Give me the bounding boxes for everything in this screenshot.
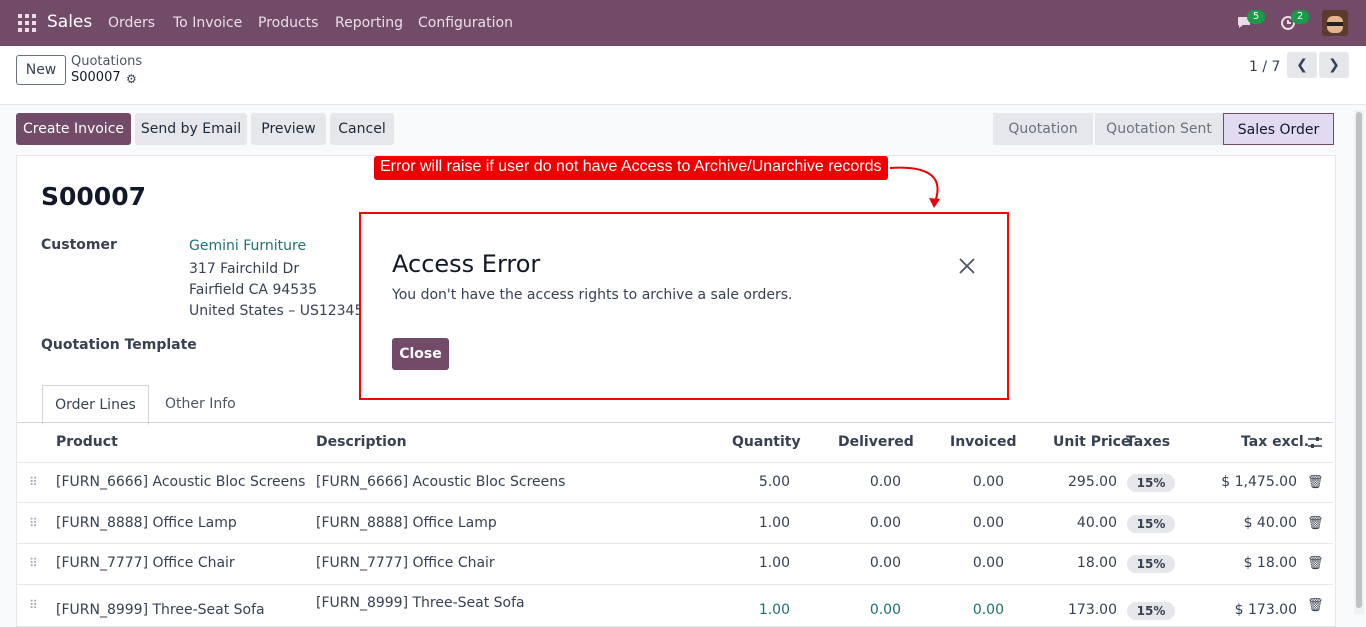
chevron-right-icon: ❯ — [1328, 57, 1340, 73]
close-icon[interactable] — [957, 256, 977, 276]
chevron-left-icon: ❮ — [1296, 57, 1308, 73]
row-invoiced: 0.00 — [972, 602, 1004, 618]
dialog-close-button[interactable]: Close — [392, 338, 449, 370]
drag-handle-icon[interactable]: ⠿ — [29, 598, 38, 612]
row-subtotal: $ 40.00 — [1243, 515, 1297, 531]
status-quotation-sent[interactable]: Quotation Sent — [1095, 113, 1223, 145]
row-product[interactable]: [FURN_8888] Office Lamp — [56, 515, 237, 531]
row-invoiced: 0.00 — [972, 515, 1004, 531]
cancel-button[interactable]: Cancel — [330, 113, 394, 145]
row-subtotal: $ 1,475.00 — [1221, 474, 1297, 490]
col-unit-price[interactable]: Unit Price — [1053, 434, 1130, 450]
col-delivered[interactable]: Delivered — [838, 434, 914, 450]
row-delivered[interactable]: 0.00 — [841, 515, 901, 531]
pager-value[interactable]: 1 / 7 — [1249, 59, 1280, 75]
customer-label: Customer — [41, 237, 117, 253]
breadcrumb-current: S00007 — [71, 70, 121, 85]
page-scrollbar[interactable] — [1354, 110, 1364, 614]
col-tax-excl[interactable]: Tax excl. — [1241, 434, 1309, 450]
row-unit-price[interactable]: 18.00 — [1057, 555, 1117, 571]
app-grid-icon[interactable] — [18, 14, 36, 32]
row-invoiced: 0.00 — [972, 555, 1004, 571]
send-by-email-button[interactable]: Send by Email — [135, 113, 247, 145]
order-number: S00007 — [41, 182, 146, 211]
drag-handle-icon[interactable]: ⠿ — [29, 556, 38, 570]
create-invoice-button[interactable]: Create Invoice — [16, 113, 131, 145]
trash-icon[interactable]: 🗑 — [1307, 516, 1324, 531]
top-navbar: Sales Orders To Invoice Products Reporti… — [0, 0, 1366, 46]
row-product[interactable]: [FURN_6666] Acoustic Bloc Screens — [56, 474, 305, 490]
row-quantity[interactable]: 1.00 — [730, 515, 790, 531]
row-unit-price[interactable]: 173.00 — [1057, 602, 1117, 618]
activities-badge: 2 — [1291, 10, 1309, 24]
user-avatar[interactable] — [1322, 10, 1348, 36]
row-delivered[interactable]: 0.00 — [841, 602, 901, 618]
new-button[interactable]: New — [16, 55, 66, 85]
drag-handle-icon[interactable]: ⠿ — [29, 475, 38, 489]
col-description[interactable]: Description — [316, 434, 407, 450]
messages-button[interactable]: 5 — [1236, 10, 1265, 32]
tab-other-info[interactable]: Other Info — [165, 385, 236, 423]
trash-icon[interactable]: 🗑 — [1307, 556, 1324, 571]
row-description[interactable]: [FURN_8888] Office Lamp — [316, 515, 497, 531]
menu-orders[interactable]: Orders — [108, 15, 155, 31]
row-delivered[interactable]: 0.00 — [841, 555, 901, 571]
activities-button[interactable]: 2 — [1280, 10, 1309, 32]
col-invoiced[interactable]: Invoiced — [950, 434, 1017, 450]
quotation-template-label: Quotation Template — [41, 337, 197, 353]
preview-button[interactable]: Preview — [251, 113, 326, 145]
dialog-title: Access Error — [392, 250, 541, 278]
row-quantity[interactable]: 1.00 — [730, 602, 790, 618]
tab-order-lines[interactable]: Order Lines — [42, 385, 149, 425]
access-error-dialog: Access Error You don't have the access r… — [359, 212, 1009, 400]
trash-icon[interactable]: 🗑 — [1307, 475, 1324, 490]
row-tax-badge[interactable]: 15% — [1127, 474, 1175, 492]
row-product[interactable]: [FURN_8999] Three-Seat Sofa — [56, 602, 265, 618]
pager-next-button[interactable]: ❯ — [1319, 52, 1349, 78]
optional-columns-icon[interactable] — [1307, 435, 1323, 451]
row-subtotal: $ 173.00 — [1234, 602, 1297, 618]
menu-products[interactable]: Products — [258, 15, 318, 31]
app-brand[interactable]: Sales — [47, 12, 92, 32]
gear-icon[interactable]: ⚙ — [126, 72, 137, 86]
col-product[interactable]: Product — [56, 434, 118, 450]
row-delivered[interactable]: 0.00 — [841, 474, 901, 490]
dialog-message: You don't have the access rights to arch… — [392, 287, 793, 303]
drag-handle-icon[interactable]: ⠿ — [29, 516, 38, 530]
customer-address-line2: Fairfield CA 94535 — [189, 282, 317, 298]
row-unit-price[interactable]: 295.00 — [1057, 474, 1117, 490]
row-description[interactable]: [FURN_8999] Three-Seat Sofa — [316, 595, 525, 611]
row-description[interactable]: [FURN_6666] Acoustic Bloc Screens — [316, 474, 565, 490]
menu-configuration[interactable]: Configuration — [418, 15, 513, 31]
row-unit-price[interactable]: 40.00 — [1057, 515, 1117, 531]
row-quantity[interactable]: 1.00 — [730, 555, 790, 571]
menu-reporting[interactable]: Reporting — [335, 15, 403, 31]
status-quotation[interactable]: Quotation — [993, 113, 1093, 145]
trash-icon[interactable]: 🗑 — [1307, 598, 1324, 613]
customer-link[interactable]: Gemini Furniture — [189, 238, 306, 254]
breadcrumb-quotations[interactable]: Quotations — [71, 54, 142, 69]
row-description[interactable]: [FURN_7777] Office Chair — [316, 555, 495, 571]
col-taxes[interactable]: Taxes — [1126, 434, 1170, 450]
row-invoiced: 0.00 — [972, 474, 1004, 490]
customer-address-line1: 317 Fairchild Dr — [189, 261, 300, 277]
messages-badge: 5 — [1247, 10, 1265, 24]
menu-to-invoice[interactable]: To Invoice — [173, 15, 242, 31]
status-sales-order[interactable]: Sales Order — [1223, 113, 1334, 145]
pager-previous-button[interactable]: ❮ — [1287, 52, 1317, 78]
annotation-arrow-icon — [890, 166, 940, 208]
row-quantity[interactable]: 5.00 — [730, 474, 790, 490]
row-tax-badge[interactable]: 15% — [1127, 602, 1175, 620]
annotation-callout: Error will raise if user do not have Acc… — [374, 156, 888, 180]
row-product[interactable]: [FURN_7777] Office Chair — [56, 555, 235, 571]
control-panel: New Quotations S00007 ⚙ 1 / 7 ❮ ❯ — [0, 46, 1366, 105]
row-tax-badge[interactable]: 15% — [1127, 515, 1175, 533]
row-tax-badge[interactable]: 15% — [1127, 555, 1175, 573]
col-quantity[interactable]: Quantity — [732, 434, 801, 450]
row-subtotal: $ 18.00 — [1243, 555, 1297, 571]
